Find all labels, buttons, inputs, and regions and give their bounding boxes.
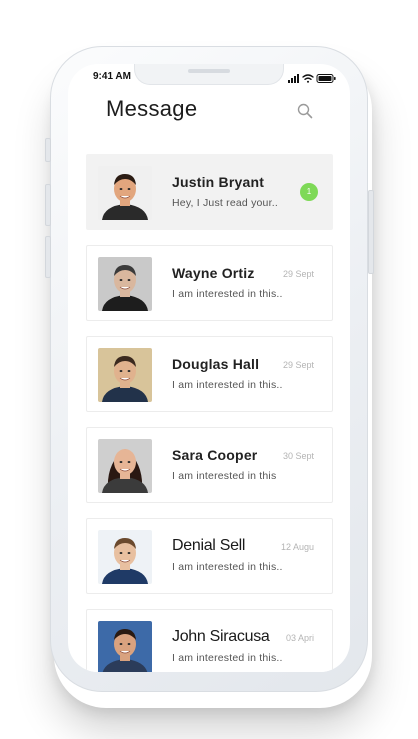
wifi-icon	[302, 74, 314, 83]
contact-name: Wayne Ortiz	[172, 265, 255, 281]
avatar	[98, 257, 152, 311]
signal-icon	[288, 74, 299, 83]
notch	[134, 64, 284, 85]
unread-badge: 1	[300, 183, 318, 201]
status-icons	[282, 71, 338, 83]
avatar	[98, 348, 152, 402]
battery-icon	[316, 74, 336, 83]
status-time: 9:41 AM	[93, 71, 131, 82]
message-date: 29 Sept	[282, 360, 314, 370]
conversation-item[interactable]: John Siracusa I am interested in this.. 03…	[86, 609, 333, 672]
message-preview: I am interested in this..	[172, 652, 283, 664]
avatar	[98, 439, 152, 493]
message-preview: I am interested in this..	[172, 561, 283, 573]
conversation-item[interactable]: Sara Cooper I am interested in this 30 Sep…	[86, 427, 333, 503]
avatar	[98, 621, 152, 672]
contact-name: Sara Cooper	[172, 447, 258, 463]
contact-name: Justin Bryant	[172, 174, 265, 190]
contact-name: Denial Sell	[172, 537, 246, 554]
message-date: 29 Sept	[282, 269, 314, 279]
message-preview: Hey, I Just read your..	[172, 197, 278, 209]
search-icon[interactable]	[297, 103, 313, 119]
conversation-item[interactable]: Wayne Ortiz I am interested in this.. 29 S…	[86, 245, 333, 321]
phone-volume-up-button	[45, 184, 51, 226]
message-date: 12 Augu	[280, 542, 314, 552]
message-date: 03 Apri	[285, 633, 314, 643]
conversation-item[interactable]: Justin Bryant Hey, I Just read your.. 1	[86, 154, 333, 230]
conversation-item[interactable]: Douglas Hall I am interested in this.. 29 …	[86, 336, 333, 412]
speaker-grille	[188, 69, 230, 73]
phone-silent-switch	[45, 138, 51, 162]
message-preview: I am interested in this	[172, 470, 277, 482]
conversation-item[interactable]: Denial Sell I am interested in this.. 12 A…	[86, 518, 333, 594]
message-date: 30 Sept	[282, 451, 314, 461]
phone-power-button	[368, 190, 374, 274]
avatar	[98, 166, 152, 220]
contact-name: Douglas Hall	[172, 356, 260, 372]
message-preview: I am interested in this..	[172, 288, 283, 300]
message-preview: I am interested in this..	[172, 379, 283, 391]
phone-screen: 9:41 AM Message Justin Bryant Hey, I Jus…	[68, 64, 350, 672]
phone-volume-down-button	[45, 236, 51, 278]
page-title: Message	[106, 96, 198, 121]
avatar	[98, 530, 152, 584]
contact-name: John Siracusa	[172, 628, 270, 645]
